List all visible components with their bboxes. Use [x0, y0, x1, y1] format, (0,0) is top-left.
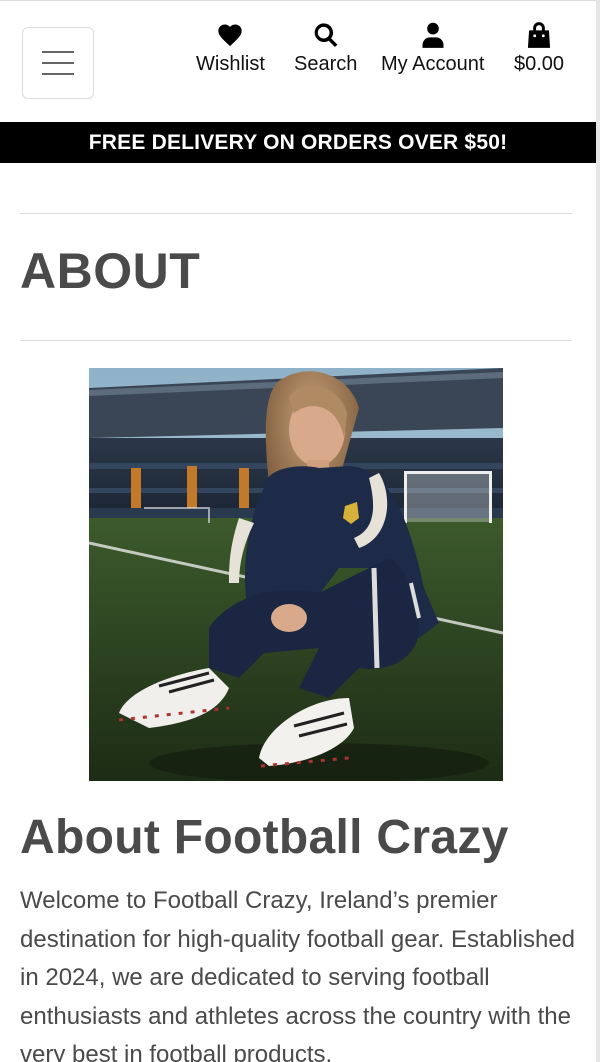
stadium-player-photo [89, 368, 503, 781]
my-account-label: My Account [381, 53, 485, 75]
search-link[interactable]: Search [294, 21, 357, 76]
about-heading: About Football Crazy [20, 811, 509, 864]
hamburger-line [42, 73, 74, 75]
my-account-link[interactable]: My Account [381, 21, 484, 76]
divider [20, 340, 572, 341]
about-paragraph: Welcome to Football Crazy, Ireland’s pre… [20, 887, 576, 1062]
free-delivery-banner: FREE DELIVERY ON ORDERS OVER $50! [0, 122, 596, 163]
user-icon [422, 22, 444, 48]
page-title: ABOUT [20, 243, 201, 299]
hamburger-menu-button[interactable] [22, 27, 94, 99]
page-edge [596, 0, 600, 1062]
shopping-bag-icon [527, 22, 551, 48]
hamburger-line [42, 51, 74, 53]
hamburger-line [42, 62, 74, 64]
wishlist-label: Wishlist [196, 53, 265, 75]
site-header: Wishlist Search My Account $0.00 [0, 0, 596, 122]
search-label: Search [294, 53, 358, 75]
banner-text: FREE DELIVERY ON ORDERS OVER $50! [88, 130, 508, 154]
bag-total: $0.00 [514, 53, 565, 75]
heart-icon [218, 24, 243, 47]
wishlist-link[interactable]: Wishlist [196, 21, 265, 76]
shopping-bag-link[interactable]: $0.00 [514, 21, 564, 76]
search-icon [314, 23, 338, 48]
about-hero-image [89, 368, 503, 781]
divider [20, 213, 572, 214]
